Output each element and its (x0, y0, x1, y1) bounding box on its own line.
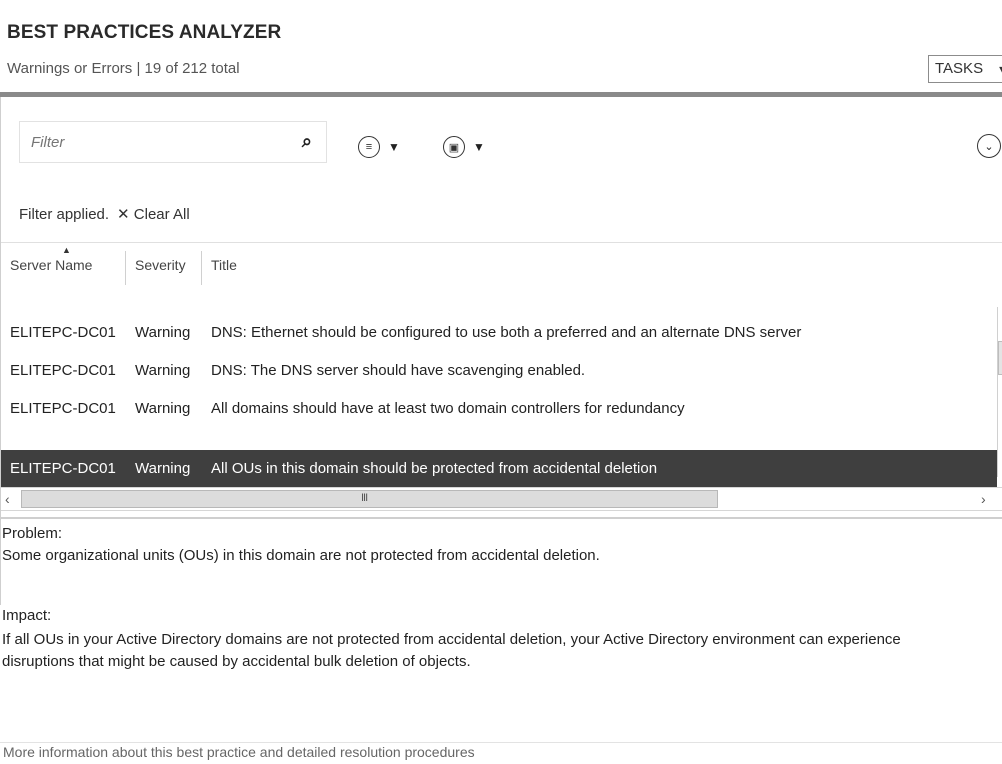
horizontal-scrollbar-thumb[interactable]: III (21, 490, 718, 508)
cell-server-name: ELITEPC-DC01 (10, 324, 116, 341)
more-info-link[interactable]: More information about this best practic… (3, 744, 475, 760)
cell-severity: Warning (135, 400, 191, 417)
column-separator (201, 251, 202, 285)
search-icon[interactable]: ⌕ (302, 131, 312, 152)
table-header: ▲ Server Name Severity Title (1, 243, 1002, 287)
clear-all-link[interactable]: ✕ Clear All (117, 205, 190, 223)
column-separator (125, 251, 126, 285)
save-query-icon: ▣ (443, 136, 465, 158)
impact-text: If all OUs in your Active Directory doma… (2, 631, 901, 648)
page-title: BEST PRACTICES ANALYZER (7, 22, 282, 43)
table-row[interactable]: ELITEPC-DC01 Warning All domains should … (1, 390, 997, 428)
bottom-divider (0, 742, 1002, 743)
cell-severity: Warning (135, 460, 191, 477)
impact-text-continued: disruptions that might be caused by acci… (2, 653, 471, 670)
filter-applied-text: Filter applied. (19, 205, 110, 223)
cell-title: DNS: Ethernet should be configured to us… (211, 324, 802, 341)
column-header-server-name[interactable]: Server Name (10, 257, 92, 287)
chevron-down-icon: ▼ (388, 140, 400, 154)
clear-all-label: Clear All (133, 206, 190, 223)
save-query-button[interactable]: ▣ ▼ (443, 134, 485, 160)
cell-title: All OUs in this domain should be protect… (211, 460, 658, 477)
results-panel: ⌕ ≡ ▼ ▣ ▼ ⌄ Filter applied. ✕ Clear All … (0, 97, 1002, 670)
vertical-scrollbar[interactable] (997, 307, 1002, 477)
vertical-scrollbar-thumb[interactable] (998, 341, 1002, 375)
details-pane: Problem: Some organizational units (OUs)… (1, 519, 1002, 702)
sort-ascending-icon: ▲ (62, 245, 71, 255)
scrollbar-grip: III (361, 492, 368, 504)
horizontal-scrollbar[interactable]: ‹ III › (1, 487, 1002, 511)
cell-title: DNS: The DNS server should have scavengi… (211, 362, 586, 379)
chevron-down-icon: ▼ (473, 140, 485, 154)
column-header-severity[interactable]: Severity (135, 257, 186, 287)
table-row[interactable]: ELITEPC-DC01 Warning DNS: Ethernet shoul… (1, 314, 997, 352)
cell-severity: Warning (135, 362, 191, 379)
list-options-icon: ≡ (358, 136, 380, 158)
cell-severity: Warning (135, 324, 191, 341)
problem-label: Problem: (2, 525, 63, 542)
column-header-title[interactable]: Title (211, 257, 237, 287)
tasks-button[interactable]: TASKS▾ (928, 55, 1002, 83)
results-summary: Warnings or Errors | 19 of 212 total (7, 60, 240, 77)
chevron-down-circle-icon: ⌄ (984, 140, 994, 153)
cell-title: All domains should have at least two dom… (211, 400, 685, 417)
filter-box: ⌕ (19, 121, 327, 163)
cell-server-name: ELITEPC-DC01 (10, 460, 116, 477)
problem-text: Some organizational units (OUs) in this … (2, 547, 600, 564)
filter-input[interactable] (21, 123, 291, 161)
expand-button[interactable]: ⌄ (977, 134, 1001, 158)
table-row[interactable]: ELITEPC-DC01 Warning DNS: The DNS server… (1, 352, 997, 390)
scroll-right-icon[interactable]: › (981, 491, 986, 507)
close-icon: ✕ (117, 206, 130, 223)
scroll-left-icon[interactable]: ‹ (5, 491, 10, 507)
cell-server-name: ELITEPC-DC01 (10, 362, 116, 379)
cell-server-name: ELITEPC-DC01 (10, 400, 116, 417)
list-options-button[interactable]: ≡ ▼ (358, 134, 400, 160)
filter-status: Filter applied. ✕ Clear All (19, 205, 190, 224)
impact-label: Impact: (2, 607, 52, 624)
tasks-label: TASKS (935, 60, 984, 77)
table-row-selected[interactable]: ELITEPC-DC01 Warning All OUs in this dom… (1, 450, 997, 488)
